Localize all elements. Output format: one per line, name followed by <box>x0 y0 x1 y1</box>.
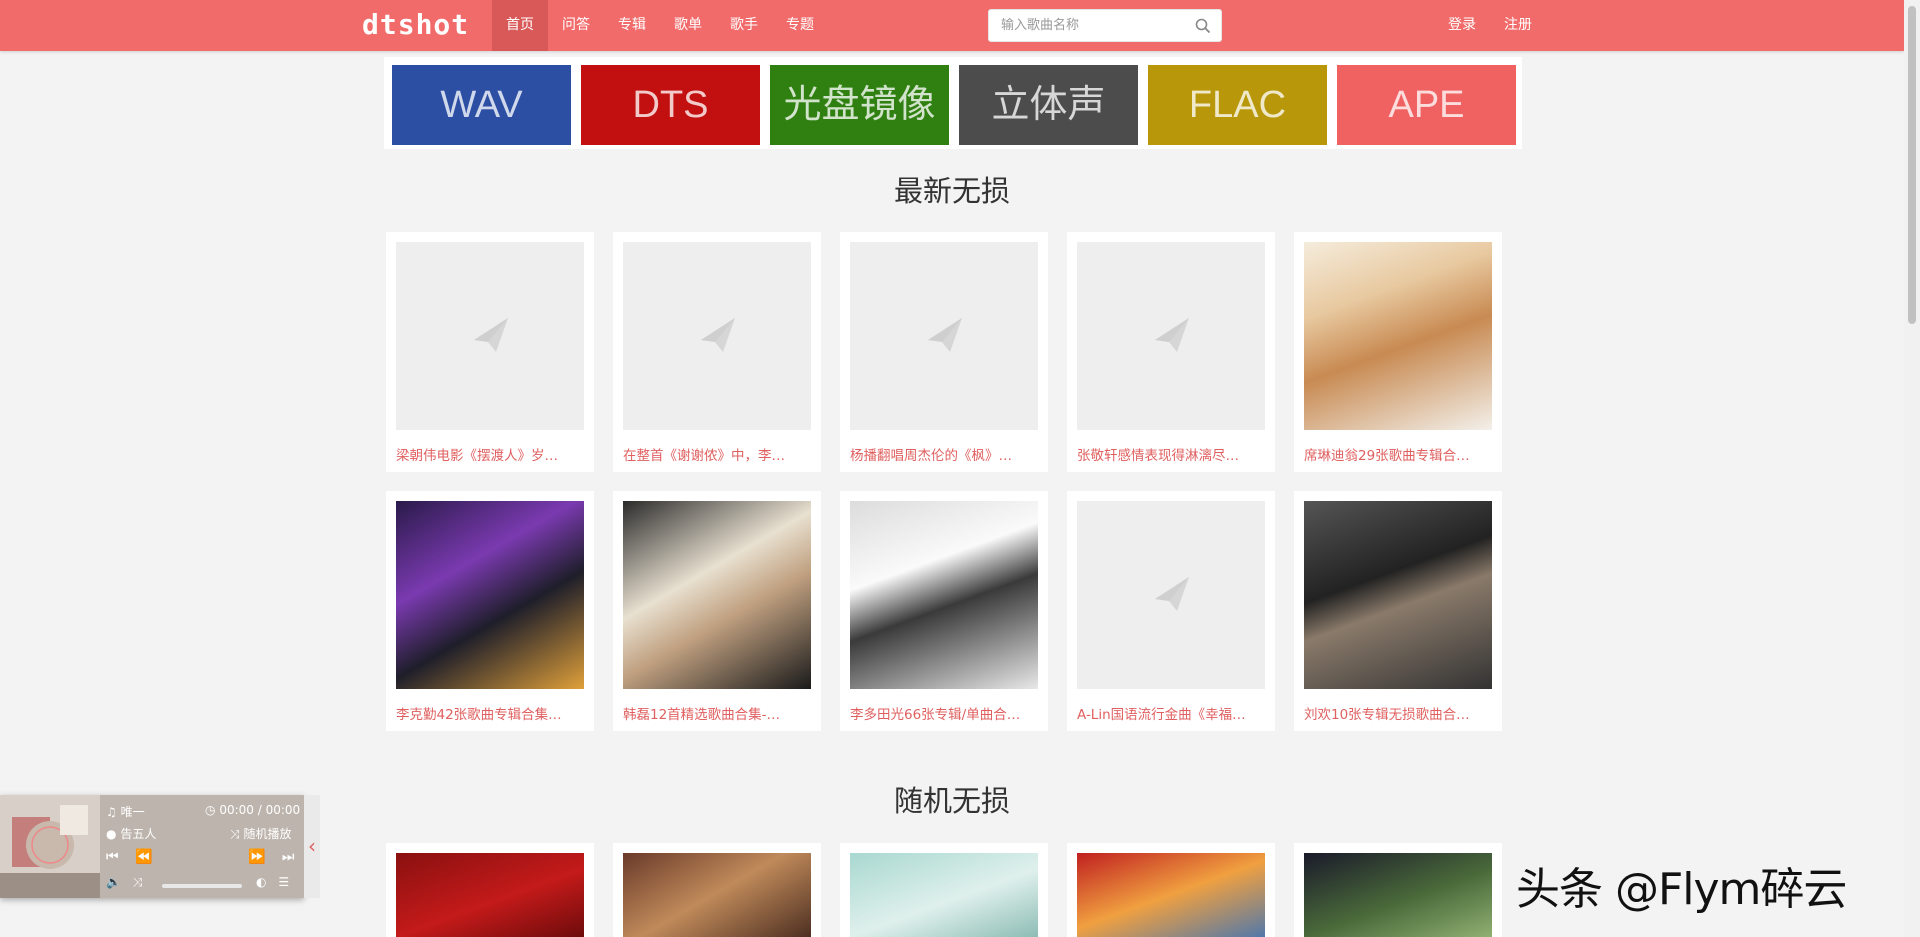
main-nav: 首页 问答 专辑 歌单 歌手 专题 <box>492 0 828 51</box>
album-card[interactable]: 李克勤42张歌曲专辑合集… <box>386 491 594 731</box>
format-tile-disc-image[interactable]: 光盘镜像 <box>770 65 949 145</box>
format-tiles: WAV DTS 光盘镜像 立体声 FLAC APE <box>384 57 1522 149</box>
album-caption[interactable]: 在整首《谢谢侬》中，李… <box>623 444 813 464</box>
format-tile-flac[interactable]: FLAC <box>1148 65 1327 145</box>
user-icon: ● <box>106 827 117 841</box>
scrollbar-thumb[interactable] <box>1908 6 1916 324</box>
album-card[interactable] <box>1294 843 1502 937</box>
album-cover[interactable] <box>396 242 584 430</box>
placeholder-plane-icon <box>928 318 962 352</box>
player-bottom-right: ◐ ☰ <box>256 875 289 889</box>
album-card[interactable]: 梁朝伟电影《摆渡人》岁… <box>386 232 594 472</box>
album-cover[interactable] <box>1304 501 1492 689</box>
album-cover[interactable] <box>623 853 811 937</box>
placeholder-plane-icon <box>701 318 735 352</box>
album-cover[interactable] <box>1304 853 1492 937</box>
album-cover[interactable] <box>850 853 1038 937</box>
album-card[interactable]: 韩磊12首精选歌曲合集-… <box>613 491 821 731</box>
page-scrollbar[interactable] <box>1904 0 1920 937</box>
format-tile-wav[interactable]: WAV <box>392 65 571 145</box>
nav-home[interactable]: 首页 <box>492 0 548 51</box>
player-bottom-row: 🔈 ⤨ <box>106 875 142 890</box>
top-navbar: dtshot 首页 问答 专辑 歌单 歌手 专题 登录 注册 <box>0 0 1904 51</box>
nav-artists[interactable]: 歌手 <box>716 0 772 51</box>
player-mode-row[interactable]: ⤨ 随机播放 <box>230 825 291 842</box>
placeholder-plane-icon <box>474 318 508 352</box>
random-icon[interactable]: ⤨ <box>133 875 143 889</box>
player-artist-row: ● 告五人 <box>106 825 156 842</box>
album-cover[interactable] <box>396 501 584 689</box>
player-time: 00:00 / 00:00 <box>219 803 301 817</box>
album-card[interactable] <box>1067 843 1275 937</box>
album-cover[interactable] <box>1304 242 1492 430</box>
player-song-row: ♫ 唯一 <box>106 803 145 820</box>
player-artist: 告五人 <box>120 827 157 841</box>
album-caption[interactable]: 席琳迪翁29张歌曲专辑合… <box>1304 444 1494 464</box>
watermark: 头条 @Flym碎云 <box>1516 864 1847 915</box>
format-tile-dts[interactable]: DTS <box>581 65 760 145</box>
album-caption[interactable]: 张敬轩感情表现得淋漓尽… <box>1077 444 1267 464</box>
album-caption[interactable]: 李多田光66张专辑/单曲合… <box>850 703 1040 723</box>
album-card[interactable] <box>386 843 594 937</box>
player-time-row: ◷ 00:00 / 00:00 <box>205 803 300 817</box>
section-title-latest: 最新无损 <box>893 174 1010 208</box>
album-caption[interactable]: A-Lin国语流行金曲《幸福… <box>1077 703 1267 723</box>
last-track-icon[interactable]: ⏭ <box>282 849 295 865</box>
player-controls: ⏮ ⏪ <box>106 849 153 865</box>
first-track-icon[interactable]: ⏮ <box>106 849 119 865</box>
album-card[interactable]: 刘欢10张专辑无损歌曲合… <box>1294 491 1502 731</box>
album-cover[interactable] <box>850 501 1038 689</box>
album-cover[interactable] <box>623 242 811 430</box>
album-card[interactable] <box>613 843 821 937</box>
rewind-icon[interactable]: ⏪ <box>135 849 152 865</box>
player-album-art <box>0 795 100 898</box>
album-cover[interactable] <box>623 501 811 689</box>
album-card[interactable]: 李多田光66张专辑/单曲合… <box>840 491 1048 731</box>
album-caption[interactable]: 刘欢10张专辑无损歌曲合… <box>1304 703 1494 723</box>
player-collapse-tab[interactable]: ‹ <box>304 795 320 898</box>
login-link[interactable]: 登录 <box>1448 0 1476 51</box>
album-caption[interactable]: 韩磊12首精选歌曲合集-… <box>623 703 813 723</box>
auth-links: 登录 注册 <box>1448 0 1560 51</box>
search-box <box>988 9 1222 42</box>
search-icon[interactable] <box>1195 18 1211 34</box>
placeholder-plane-icon <box>1155 318 1189 352</box>
nav-qa[interactable]: 问答 <box>548 0 604 51</box>
register-link[interactable]: 注册 <box>1504 0 1532 51</box>
album-cover[interactable] <box>850 242 1038 430</box>
player-progress-bar[interactable] <box>162 884 242 888</box>
playlist-icon[interactable]: ☰ <box>278 875 289 889</box>
album-card[interactable] <box>840 843 1048 937</box>
album-caption[interactable]: 李克勤42张歌曲专辑合集… <box>396 703 586 723</box>
album-card[interactable]: 张敬轩感情表现得淋漓尽… <box>1067 232 1275 472</box>
clock-icon: ◷ <box>205 803 216 817</box>
album-card[interactable]: 杨播翻唱周杰伦的《枫》… <box>840 232 1048 472</box>
music-note-icon: ♫ <box>106 805 117 819</box>
placeholder-plane-icon <box>1155 577 1189 611</box>
forward-icon[interactable]: ⏩ <box>248 849 265 865</box>
format-tile-ape[interactable]: APE <box>1337 65 1516 145</box>
volume-icon[interactable]: 🔈 <box>106 875 121 889</box>
player-song-title: 唯一 <box>120 805 145 819</box>
nav-topics[interactable]: 专题 <box>772 0 828 51</box>
format-tile-stereo[interactable]: 立体声 <box>959 65 1138 145</box>
album-cover[interactable] <box>1077 853 1265 937</box>
site-logo[interactable]: dtshot <box>362 8 469 41</box>
album-caption[interactable]: 梁朝伟电影《摆渡人》岁… <box>396 444 586 464</box>
toggle-icon[interactable]: ◐ <box>256 875 266 889</box>
album-card[interactable]: 在整首《谢谢侬》中，李… <box>613 232 821 472</box>
album-card[interactable]: A-Lin国语流行金曲《幸福… <box>1067 491 1275 731</box>
nav-albums[interactable]: 专辑 <box>604 0 660 51</box>
player-mode: 随机播放 <box>243 827 292 841</box>
album-cover[interactable] <box>1077 242 1265 430</box>
shuffle-icon: ⤨ <box>230 827 240 841</box>
player-controls-right: ⏩ ⏭ <box>248 849 295 865</box>
music-player: ♫ 唯一 ◷ 00:00 / 00:00 ● 告五人 ⤨ 随机播放 ⏮ ⏪ ⏩ … <box>0 795 304 898</box>
nav-playlists[interactable]: 歌单 <box>660 0 716 51</box>
album-cover[interactable] <box>1077 501 1265 689</box>
album-card[interactable]: 席琳迪翁29张歌曲专辑合… <box>1294 232 1502 472</box>
search-input[interactable] <box>989 10 1179 41</box>
album-caption[interactable]: 杨播翻唱周杰伦的《枫》… <box>850 444 1040 464</box>
album-cover[interactable] <box>396 853 584 937</box>
